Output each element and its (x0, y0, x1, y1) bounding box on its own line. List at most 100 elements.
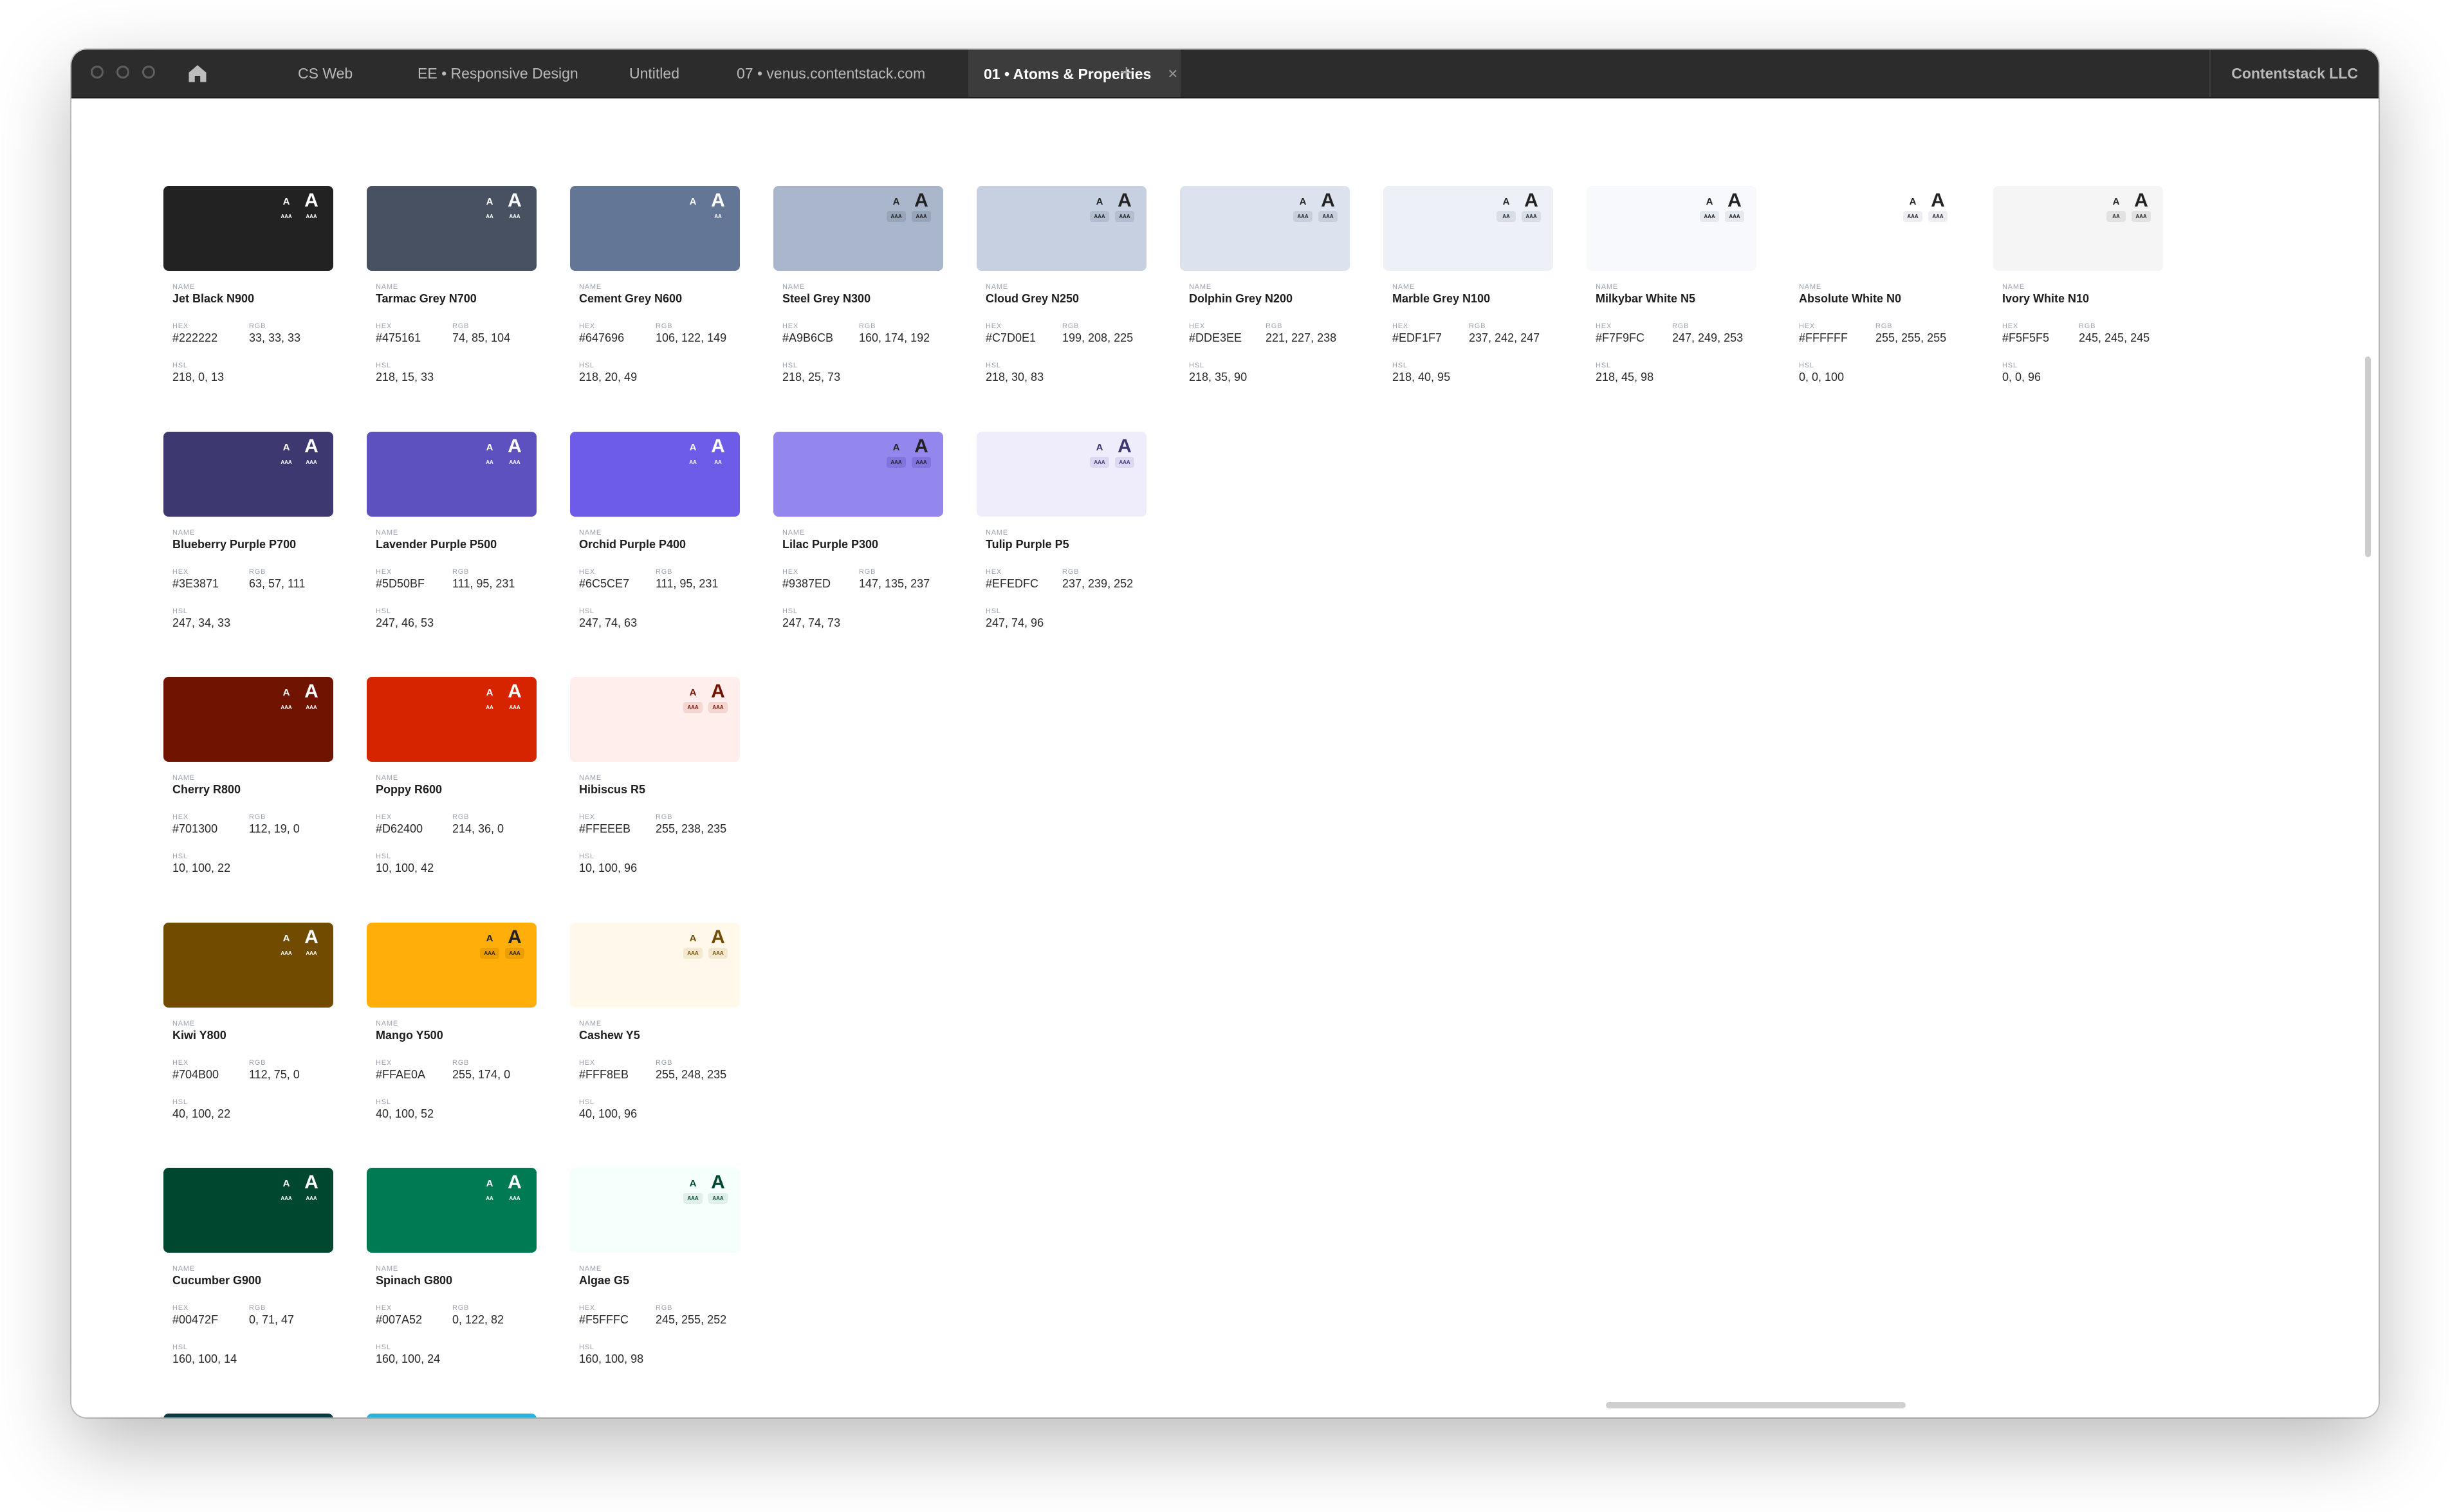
color-card[interactable]: A A AAA AAA NAME Tulip Purple P5 HEX #EFEDFC RGB… (977, 432, 1147, 670)
name-label: NAME (376, 283, 398, 291)
color-card[interactable]: A A AAA AAA NAME Cucumber G900 HEX #00472F RGB 0,… (163, 1168, 333, 1406)
name-label: NAME (579, 529, 602, 537)
rgb-value: 63, 57, 111 (249, 577, 306, 590)
color-name: Milkybar White N5 (1596, 292, 1696, 305)
vertical-scrollbar[interactable] (2365, 356, 2371, 557)
contrast-small-glyph: A (689, 933, 697, 944)
contrast-large-rating: AAA (2132, 211, 2151, 222)
hex-value: #FFAE0A (376, 1068, 426, 1081)
rgb-value: 111, 95, 231 (656, 577, 719, 590)
contrast-large-glyph: A (304, 1172, 318, 1193)
rgb-label: RGB (656, 568, 673, 576)
rgb-label: RGB (2079, 322, 2096, 330)
hex-label: HEX (172, 568, 189, 576)
hex-label: HEX (172, 1304, 189, 1312)
tab-venus-contentstack[interactable]: 07 • venus.contentstack.com (721, 50, 941, 97)
contrast-large-glyph: A (1118, 190, 1132, 211)
contrast-large-glyph: A (304, 681, 318, 702)
color-name: Dolphin Grey N200 (1189, 292, 1293, 305)
color-card[interactable]: A A AAA AAA NAME Milkybar White N5 HEX #F7F9FC R… (1587, 186, 1756, 424)
contrast-small-glyph: A (689, 442, 697, 453)
hsl-label: HSL (172, 362, 188, 369)
name-label: NAME (2002, 283, 2025, 291)
color-name: Cashew Y5 (579, 1029, 640, 1042)
color-card[interactable]: A A AAA AAA NAME Hibiscus R5 HEX #FFEEEB RGB 255,… (570, 677, 740, 915)
color-card[interactable]: A A AAA AAA NAME Steel Grey N300 HEX #A9B6CB RGB… (773, 186, 943, 424)
tab-label: EE • Responsive Design (418, 65, 578, 82)
color-card[interactable]: A A AAA AAA NAME Lilac Purple P300 HEX #9387ED R… (773, 432, 943, 670)
color-name: Spinach G800 (376, 1274, 453, 1287)
color-card[interactable]: A A AA AAA NAME Poppy R600 HEX #D62400 RGB 214, 3… (367, 677, 537, 915)
color-card[interactable]: A A AAA AAA NAME Cloud Grey N250 HEX #C7D0E1 RGB… (977, 186, 1147, 424)
color-swatch-partial (367, 1414, 537, 1417)
hsl-value: 40, 100, 52 (376, 1107, 434, 1120)
color-name: Ivory White N10 (2002, 292, 2090, 305)
tab-ee-responsive-design[interactable]: EE • Responsive Design (402, 50, 594, 97)
color-card[interactable]: A A AA AAA NAME Lavender Purple P500 HEX #5D50B… (367, 432, 537, 670)
hsl-value: 218, 15, 33 (376, 371, 434, 383)
hsl-value: 247, 34, 33 (172, 616, 231, 629)
color-card[interactable]: A A AAA AAA NAME Dolphin Grey N200 HEX #DDE3EE R… (1180, 186, 1350, 424)
hsl-value: 218, 0, 13 (172, 371, 225, 383)
hsl-value: 218, 45, 98 (1596, 371, 1654, 383)
rgb-label: RGB (249, 568, 266, 576)
color-card[interactable]: A A AA AAA NAME Ivory White N10 HEX #F5F5F5 RGB 2… (1993, 186, 2163, 424)
color-card[interactable]: A A AAA AAA NAME Mango Y500 HEX #FFAE0A RGB 255, … (367, 923, 537, 1161)
contrast-large-rating: AAA (1522, 211, 1541, 222)
color-card[interactable]: A A AAA AAA NAME Blueberry Purple P700 HEX #3E3… (163, 432, 333, 670)
hsl-value: 0, 0, 100 (1799, 371, 1845, 383)
color-card[interactable]: A A AAA AAA NAME Cherry R800 HEX #701300 RGB 112,… (163, 677, 333, 915)
minimize-window-button[interactable] (116, 66, 129, 78)
color-card[interactable]: A A AAA AAA NAME Cashew Y5 HEX #FFF8EB RGB 255, 2… (570, 923, 740, 1161)
design-canvas[interactable]: A A AAA AAA NAME Jet Black N900 HEX #222222 RGB 3… (71, 98, 2379, 1417)
tab-untitled[interactable]: Untitled (614, 50, 695, 97)
contrast-large-rating: AAA (708, 702, 728, 713)
contrast-small-rating: AA (486, 705, 493, 710)
hsl-label: HSL (376, 1343, 391, 1351)
color-card[interactable]: A A AA NAME Cement Grey N600 HEX #647696 RGB 106… (570, 186, 740, 424)
color-card[interactable]: A A AAA AAA NAME Absolute White N0 HEX #FFFFFF R… (1790, 186, 1960, 424)
home-icon[interactable] (186, 62, 209, 85)
contrast-large-rating: AAA (509, 1195, 520, 1201)
contrast-large-glyph: A (1727, 190, 1742, 211)
close-tab-icon[interactable]: × (1168, 64, 1177, 83)
color-card[interactable]: A A AAA AAA NAME Algae G5 HEX #F5FFFC RGB 245, 25… (570, 1168, 740, 1406)
color-card[interactable]: A A AA AAA NAME Spinach G800 HEX #007A52 RGB 0, 1… (367, 1168, 537, 1406)
hex-value: #007A52 (376, 1313, 423, 1326)
hex-label: HEX (1189, 322, 1206, 330)
rgb-label: RGB (1875, 322, 1893, 330)
close-window-button[interactable] (91, 66, 104, 78)
color-swatch: A A AAA AAA (163, 432, 333, 517)
name-label: NAME (376, 1020, 398, 1028)
hsl-value: 218, 25, 73 (782, 371, 841, 383)
color-swatch: A A AA AAA (367, 186, 537, 271)
contrast-large-glyph: A (914, 436, 928, 457)
organization-name[interactable]: Contentstack LLC (2209, 50, 2379, 97)
color-card[interactable]: A A AA AAA NAME Marble Grey N100 HEX #EDF1F7 RGB… (1383, 186, 1553, 424)
hex-label: HEX (986, 568, 1002, 576)
contrast-small-rating: AA (2106, 211, 2126, 222)
contrast-large-glyph: A (304, 190, 318, 211)
tab-atoms-properties[interactable]: 01 • Atoms & Properties × (968, 50, 1181, 97)
rgb-value: 245, 245, 245 (2079, 331, 2150, 344)
color-card[interactable]: A A AAA AAA NAME Kiwi Y800 HEX #704B00 RGB 112, 7… (163, 923, 333, 1161)
hex-label: HEX (376, 568, 392, 576)
hsl-value: 40, 100, 22 (172, 1107, 231, 1120)
new-tab-button[interactable]: + (1120, 50, 1133, 97)
contrast-small-glyph: A (1502, 196, 1510, 207)
color-card[interactable]: A A AA AAA NAME Tarmac Grey N700 HEX #475161 RGB… (367, 186, 537, 424)
horizontal-scrollbar[interactable] (1606, 1402, 1906, 1408)
contrast-large-glyph: A (508, 190, 522, 211)
hsl-label: HSL (2002, 362, 2018, 369)
hex-value: #FFF8EB (579, 1068, 629, 1081)
color-card[interactable]: A A AA AA NAME Orchid Purple P400 HEX #6C5CE7 RG… (570, 432, 740, 670)
color-name: Lavender Purple P500 (376, 538, 497, 551)
tab-cs-web[interactable]: CS Web (282, 50, 368, 97)
rgb-value: 0, 71, 47 (249, 1313, 295, 1326)
hex-label: HEX (782, 322, 799, 330)
color-swatch: A A AAA AAA (163, 923, 333, 1008)
zoom-window-button[interactable] (142, 66, 155, 78)
hsl-value: 10, 100, 42 (376, 862, 434, 874)
color-card[interactable]: A A AAA AAA NAME Jet Black N900 HEX #222222 RGB 3… (163, 186, 333, 424)
color-name: Kiwi Y800 (172, 1029, 226, 1042)
